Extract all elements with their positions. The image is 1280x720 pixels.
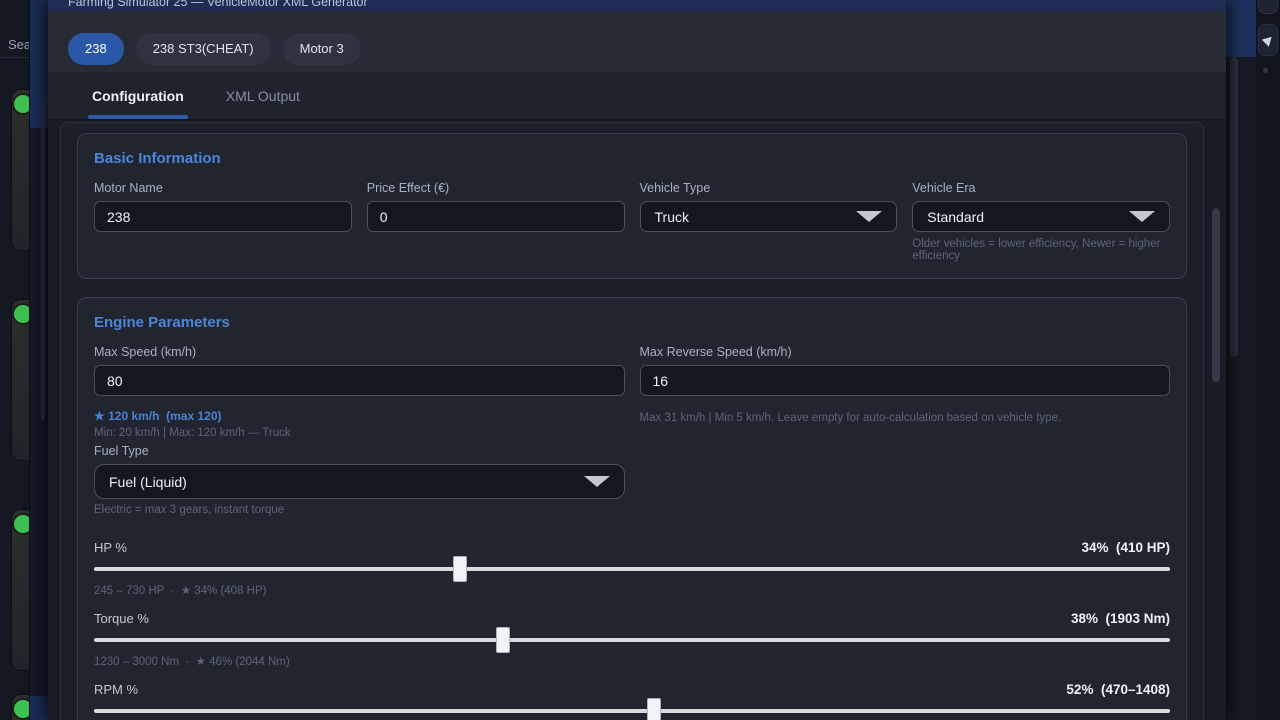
status-dot-icon	[14, 700, 29, 718]
hp-slider-block: HP % 34% (410 HP) 245 – 730 HP · ★ 34% (…	[94, 540, 1170, 597]
rpm-slider-value: 52% (470–1408)	[1066, 682, 1170, 697]
engine-parameters-card: Engine Parameters Max Speed (km/h) ★ 120…	[77, 297, 1187, 720]
list-item[interactable]	[12, 300, 29, 460]
send-button[interactable]	[1258, 24, 1278, 56]
max-reverse-speed-label: Max Reverse Speed (km/h)	[640, 345, 1171, 359]
fuel-type-select[interactable]: Fuel (Liquid)	[94, 464, 625, 499]
vehicle-era-group: Vehicle Era Standard Older vehicles = lo…	[912, 181, 1170, 262]
motor-tab-motor-3[interactable]: Motor 3	[283, 33, 361, 65]
torque-slider-value: 38% (1903 Nm)	[1071, 611, 1170, 626]
max-speed-input[interactable]	[94, 365, 625, 396]
engine-parameters-title: Engine Parameters	[94, 314, 1170, 331]
background-scrollbar[interactable]	[41, 100, 45, 420]
torque-slider[interactable]	[94, 638, 1170, 642]
list-item[interactable]	[12, 695, 29, 720]
max-speed-column: Max Speed (km/h) ★ 120 km/h (max 120) Mi…	[94, 345, 625, 516]
divider	[0, 57, 29, 58]
tab-xml-output-label: XML Output	[226, 88, 300, 104]
max-reverse-column: Max Reverse Speed (km/h) Max 31 km/h | M…	[640, 345, 1171, 516]
view-tabs-bar: Configuration XML Output	[48, 72, 1226, 120]
max-reverse-speed-hint: Max 31 km/h | Min 5 km/h. Leave empty fo…	[640, 412, 1171, 424]
configuration-content: Basic Information Motor Name Price Effec…	[48, 120, 1226, 720]
chevron-down-icon	[1129, 211, 1155, 222]
hp-slider-thumb[interactable]	[453, 556, 467, 582]
motor-name-group: Motor Name	[94, 181, 352, 262]
motor-tab-238[interactable]: 238	[68, 33, 124, 65]
search-label: Search	[8, 37, 29, 52]
vehicle-type-select[interactable]: Truck	[640, 201, 898, 232]
rpm-slider[interactable]	[94, 709, 1170, 713]
vehicle-type-value: Truck	[655, 209, 689, 225]
fuel-type-label: Fuel Type	[94, 444, 625, 458]
background-panel-edge	[29, 0, 48, 720]
vehicle-type-group: Vehicle Type Truck	[640, 181, 898, 262]
vehicle-era-label: Vehicle Era	[912, 181, 1170, 195]
rpm-slider-thumb[interactable]	[647, 698, 661, 720]
basic-information-card: Basic Information Motor Name Price Effec…	[77, 133, 1187, 279]
max-speed-hint: Min: 20 km/h | Max: 120 km/h — Truck	[94, 427, 625, 439]
motor-name-label: Motor Name	[94, 181, 352, 195]
motor-name-input[interactable]	[94, 201, 352, 232]
rpm-slider-block: RPM % 52% (470–1408) 550 – 2200 RPM · ★ …	[94, 682, 1170, 720]
hp-slider-value: 34% (410 HP)	[1081, 540, 1170, 555]
basic-information-title: Basic Information	[94, 150, 1170, 167]
modal-scrollbar[interactable]	[1212, 208, 1220, 382]
window-title: Farming Simulator 25 — VehicleMotor XML …	[68, 0, 368, 9]
price-effect-group: Price Effect (€)	[367, 181, 625, 262]
hp-slider[interactable]	[94, 567, 1170, 571]
max-reverse-speed-input[interactable]	[640, 365, 1171, 396]
list-item[interactable]	[12, 510, 29, 670]
tab-configuration-label: Configuration	[92, 88, 184, 104]
torque-slider-hint: 1230 – 3000 Nm · ★ 46% (2044 Nm)	[94, 654, 1170, 668]
chevron-down-icon	[856, 211, 882, 222]
active-tab-underline	[88, 115, 188, 119]
list-item[interactable]	[12, 90, 29, 250]
background-accent-top	[30, 0, 49, 128]
vehicle-era-value: Standard	[927, 209, 984, 225]
tab-configuration[interactable]: Configuration	[88, 72, 188, 119]
configuration-panel: Basic Information Motor Name Price Effec…	[60, 122, 1204, 720]
dot-icon	[1263, 68, 1268, 73]
status-dot-icon	[14, 95, 29, 113]
max-speed-label: Max Speed (km/h)	[94, 345, 625, 359]
hp-slider-label: HP %	[94, 540, 127, 555]
price-effect-input[interactable]	[367, 201, 625, 232]
vehiclemotor-generator-window: Farming Simulator 25 — VehicleMotor XML …	[48, 0, 1226, 720]
vehicle-era-select[interactable]: Standard	[912, 201, 1170, 232]
torque-slider-block: Torque % 38% (1903 Nm) 1230 – 3000 Nm · …	[94, 611, 1170, 668]
send-arrow-icon	[1261, 33, 1274, 46]
price-effect-label: Price Effect (€)	[367, 181, 625, 195]
motor-tabs-bar: 238 238 ST3(CHEAT) Motor 3	[48, 11, 1226, 72]
background-window-left: Search	[0, 0, 29, 720]
background-scrollbar[interactable]	[1230, 57, 1238, 357]
fuel-type-value: Fuel (Liquid)	[109, 474, 187, 490]
vehicle-type-label: Vehicle Type	[640, 181, 898, 195]
hp-slider-hint: 245 – 730 HP · ★ 34% (408 HP)	[94, 583, 1170, 597]
toolbar-button-partial[interactable]	[1258, 0, 1278, 14]
fuel-type-hint: Electric = max 3 gears, instant torque	[94, 504, 625, 516]
background-window-right	[1226, 0, 1256, 720]
motor-tab-238-st3-cheat[interactable]: 238 ST3(CHEAT)	[136, 33, 271, 65]
sliders-section: HP % 34% (410 HP) 245 – 730 HP · ★ 34% (…	[94, 540, 1170, 720]
chevron-down-icon	[584, 476, 610, 487]
tab-xml-output[interactable]: XML Output	[222, 72, 304, 119]
background-header-edge	[1226, 0, 1256, 57]
torque-slider-thumb[interactable]	[496, 627, 510, 653]
modal-titlebar[interactable]: Farming Simulator 25 — VehicleMotor XML …	[48, 0, 1226, 11]
max-speed-note: ★ 120 km/h (max 120)	[94, 409, 625, 423]
torque-slider-label: Torque %	[94, 611, 149, 626]
status-dot-icon	[14, 515, 29, 533]
status-dot-icon	[14, 305, 29, 323]
background-toolbar	[1256, 0, 1280, 720]
rpm-slider-label: RPM %	[94, 682, 138, 697]
background-accent-bottom	[30, 696, 49, 720]
vehicle-era-hint: Older vehicles = lower efficiency, Newer…	[912, 238, 1170, 262]
